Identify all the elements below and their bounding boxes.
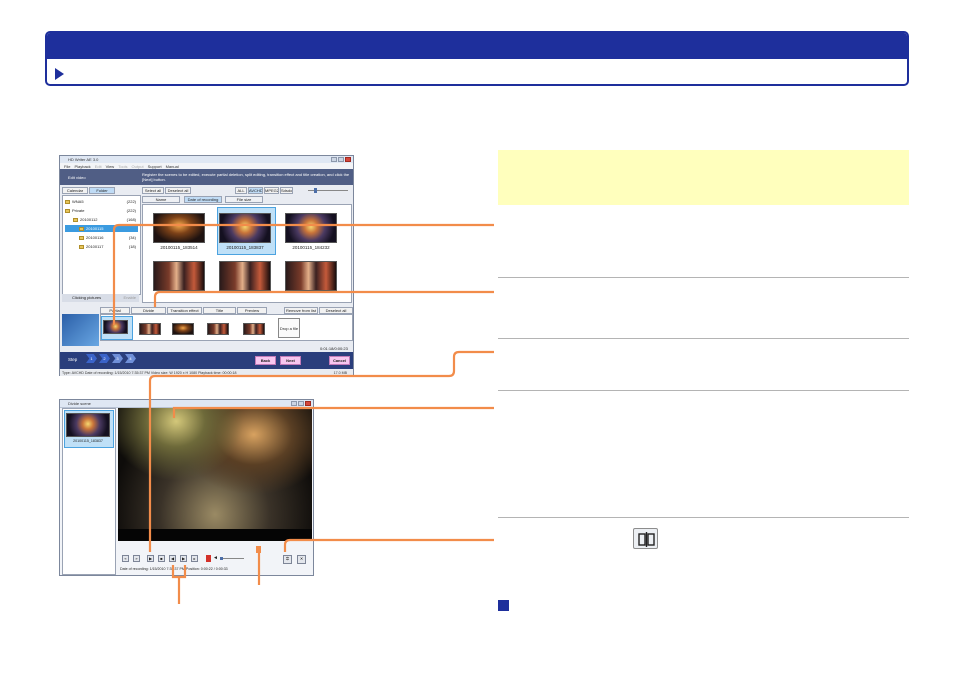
callout-divide	[283, 538, 494, 552]
divide-button-icon	[633, 528, 658, 549]
note-box	[498, 150, 909, 205]
divider	[498, 390, 909, 391]
callout-lines	[112, 223, 494, 604]
callout-editlist	[153, 290, 494, 307]
callout-preview	[172, 406, 494, 418]
divider	[498, 338, 909, 339]
divider	[498, 277, 909, 278]
callout-framebtns	[171, 565, 187, 604]
divider	[498, 517, 909, 518]
callout-play	[148, 350, 494, 552]
callout-thumbnail	[112, 223, 494, 325]
section-bullet	[498, 600, 509, 611]
